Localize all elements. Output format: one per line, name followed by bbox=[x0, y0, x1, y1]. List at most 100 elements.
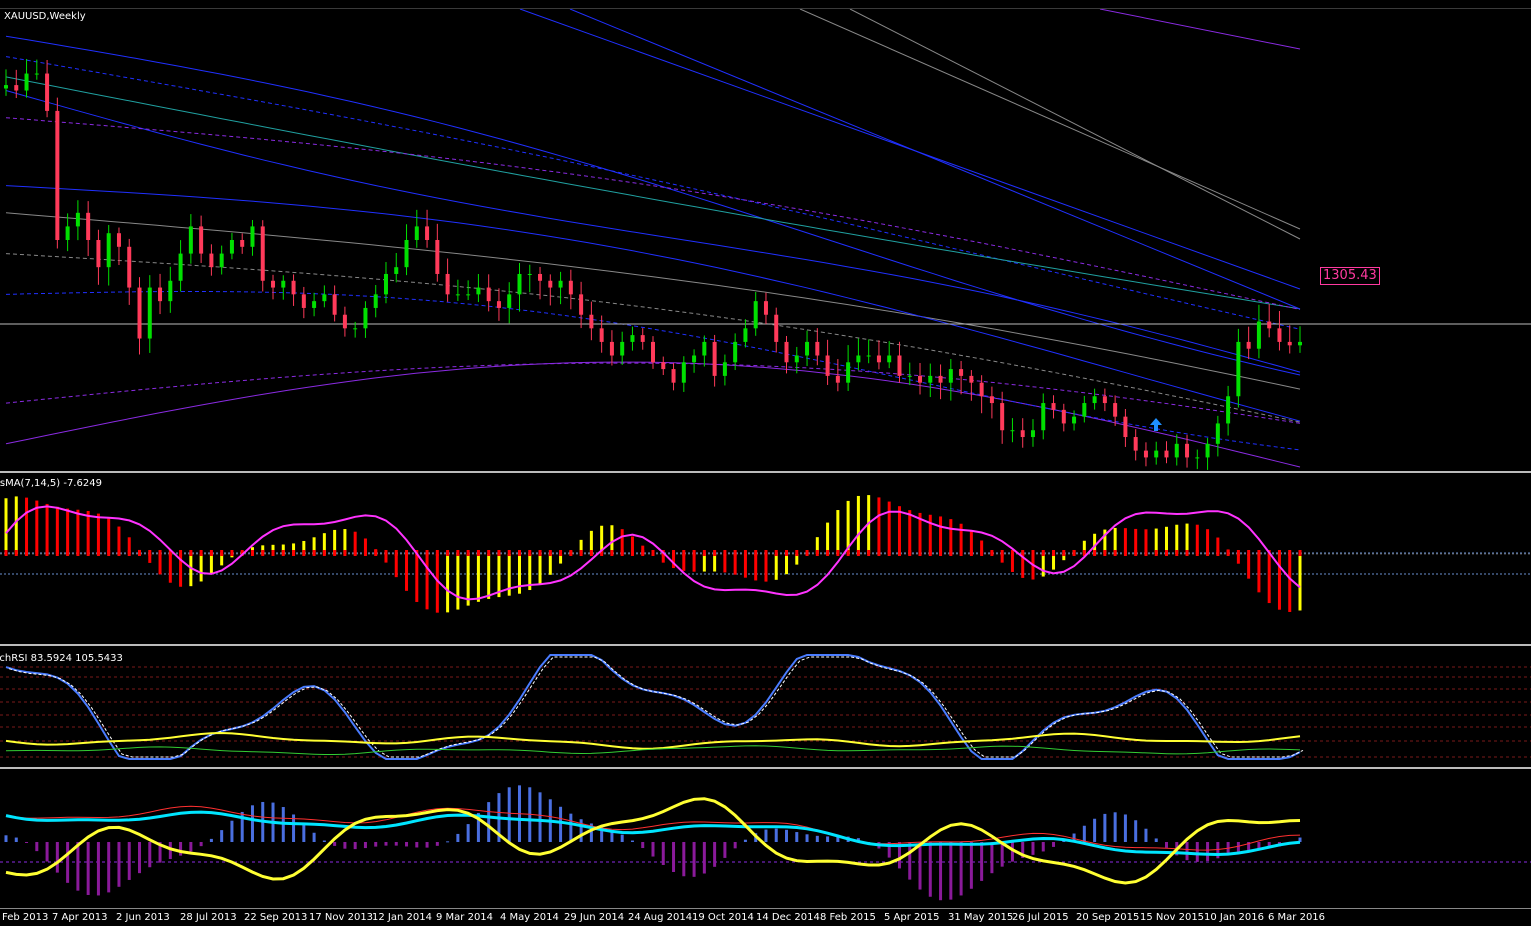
candle-body bbox=[538, 273, 543, 281]
stochrsi-panel[interactable]: StochRSI 83.5924 105.5433 bbox=[0, 647, 1531, 767]
candle-body bbox=[876, 355, 881, 363]
osma-base-bar bbox=[559, 550, 563, 556]
macd-histogram-bar bbox=[1123, 814, 1127, 842]
osma-bar bbox=[1267, 554, 1271, 604]
candle-body bbox=[609, 341, 614, 356]
osma-base-bar bbox=[692, 550, 696, 556]
osma-chart[interactable] bbox=[0, 474, 1531, 644]
candle-body bbox=[671, 369, 676, 383]
candle-body bbox=[1298, 341, 1302, 346]
osma-base-bar bbox=[1216, 550, 1220, 556]
candle-body bbox=[548, 280, 553, 288]
macd-histogram-bar bbox=[1103, 813, 1107, 842]
osma-base-bar bbox=[764, 550, 768, 556]
moving-average-line bbox=[5, 291, 1301, 451]
osma-bar bbox=[1298, 554, 1302, 611]
osma-base-bar bbox=[261, 550, 265, 556]
stochrsi-chart[interactable] bbox=[0, 647, 1531, 767]
candle-body bbox=[1010, 430, 1015, 432]
osma-base-bar bbox=[805, 550, 809, 556]
candle-body bbox=[1185, 443, 1190, 458]
osma-bar bbox=[209, 554, 213, 574]
candle-body bbox=[1256, 321, 1261, 349]
candle-body bbox=[763, 301, 768, 315]
osma-base-bar bbox=[589, 550, 593, 556]
osma-base-bar bbox=[887, 550, 891, 556]
candle-body bbox=[579, 294, 584, 315]
candle-body bbox=[1133, 437, 1138, 451]
osma-base-bar bbox=[1247, 550, 1251, 556]
price-chart[interactable] bbox=[0, 9, 1531, 471]
osma-bar bbox=[456, 554, 460, 610]
macd-chart[interactable] bbox=[0, 770, 1531, 908]
osma-base-bar bbox=[980, 550, 984, 556]
candle-body bbox=[1041, 403, 1046, 431]
osma-bar bbox=[425, 554, 429, 610]
osma-bar bbox=[723, 554, 727, 573]
candle-body bbox=[733, 341, 738, 363]
macd-histogram-bar bbox=[1041, 842, 1045, 852]
candle-body bbox=[34, 73, 39, 75]
candle-body bbox=[640, 335, 645, 342]
osma-bar bbox=[394, 554, 398, 578]
macd-histogram-bar bbox=[25, 842, 29, 843]
macd-histogram-bar bbox=[1236, 842, 1240, 853]
osma-base-bar bbox=[302, 550, 306, 556]
osma-bar bbox=[1010, 554, 1014, 572]
time-axis-tick-label: 2 Jun 2013 bbox=[116, 912, 170, 923]
macd-histogram-bar bbox=[1031, 842, 1035, 855]
candle-body bbox=[363, 307, 368, 329]
macd-histogram-bar bbox=[466, 824, 470, 842]
osma-base-bar bbox=[14, 550, 18, 556]
time-axis-tick-label: 5 Apr 2015 bbox=[884, 912, 940, 923]
osma-bar bbox=[96, 513, 100, 554]
macd-histogram-bar bbox=[1082, 825, 1086, 842]
candle-body bbox=[743, 328, 748, 342]
osma-bar bbox=[158, 554, 162, 575]
macd-histogram-bar bbox=[723, 842, 727, 858]
osma-base-bar bbox=[908, 550, 912, 556]
macd-histogram-bar bbox=[815, 835, 819, 842]
candle-body bbox=[219, 253, 224, 268]
candle-body bbox=[158, 287, 163, 302]
osma-base-bar bbox=[969, 550, 973, 556]
macd-histogram-bar bbox=[250, 805, 254, 842]
macd-histogram-bar bbox=[1093, 818, 1097, 842]
macd-histogram-bar bbox=[1206, 842, 1210, 861]
candle-body bbox=[1000, 403, 1005, 431]
macd-histogram-bar bbox=[1144, 828, 1148, 842]
osma-base-bar bbox=[641, 550, 645, 556]
top-toolbar-strip bbox=[0, 0, 1531, 9]
macd-histogram-bar bbox=[682, 842, 686, 877]
osma-base-bar bbox=[497, 550, 501, 556]
time-axis-tick-label: 29 Jun 2014 bbox=[564, 912, 625, 923]
macd-histogram-bar bbox=[230, 820, 234, 842]
time-axis-tick-label: 26 Jul 2015 bbox=[1012, 912, 1069, 923]
candle-body bbox=[178, 253, 183, 281]
osma-bar bbox=[897, 506, 901, 554]
candle-body bbox=[188, 226, 193, 254]
osma-base-bar bbox=[1206, 550, 1210, 556]
trend-line bbox=[799, 9, 1301, 230]
osma-base-bar bbox=[1041, 550, 1045, 556]
candle-body bbox=[199, 226, 204, 254]
osma-bar bbox=[856, 495, 860, 554]
osma-panel[interactable]: OsMA(7,14,5) -7.6249 bbox=[0, 474, 1531, 644]
candle-body bbox=[825, 355, 830, 376]
candle-body bbox=[96, 240, 101, 268]
buy-arrow-icon bbox=[1150, 418, 1162, 431]
macd-histogram-bar bbox=[733, 842, 737, 849]
price-panel[interactable]: XAUUSD,Weekly bbox=[0, 9, 1531, 471]
osma-base-bar bbox=[630, 550, 634, 556]
osma-base-bar bbox=[939, 550, 943, 556]
macd-panel[interactable] bbox=[0, 770, 1531, 908]
osma-base-bar bbox=[394, 550, 398, 556]
macd-histogram-bar bbox=[918, 842, 922, 890]
osma-bar bbox=[1041, 554, 1045, 577]
osma-base-bar bbox=[733, 550, 737, 556]
osma-base-bar bbox=[1103, 550, 1107, 556]
macd-histogram-bar bbox=[764, 829, 768, 842]
osma-bar bbox=[692, 554, 696, 572]
osma-base-bar bbox=[199, 550, 203, 556]
osma-base-bar bbox=[4, 550, 8, 556]
